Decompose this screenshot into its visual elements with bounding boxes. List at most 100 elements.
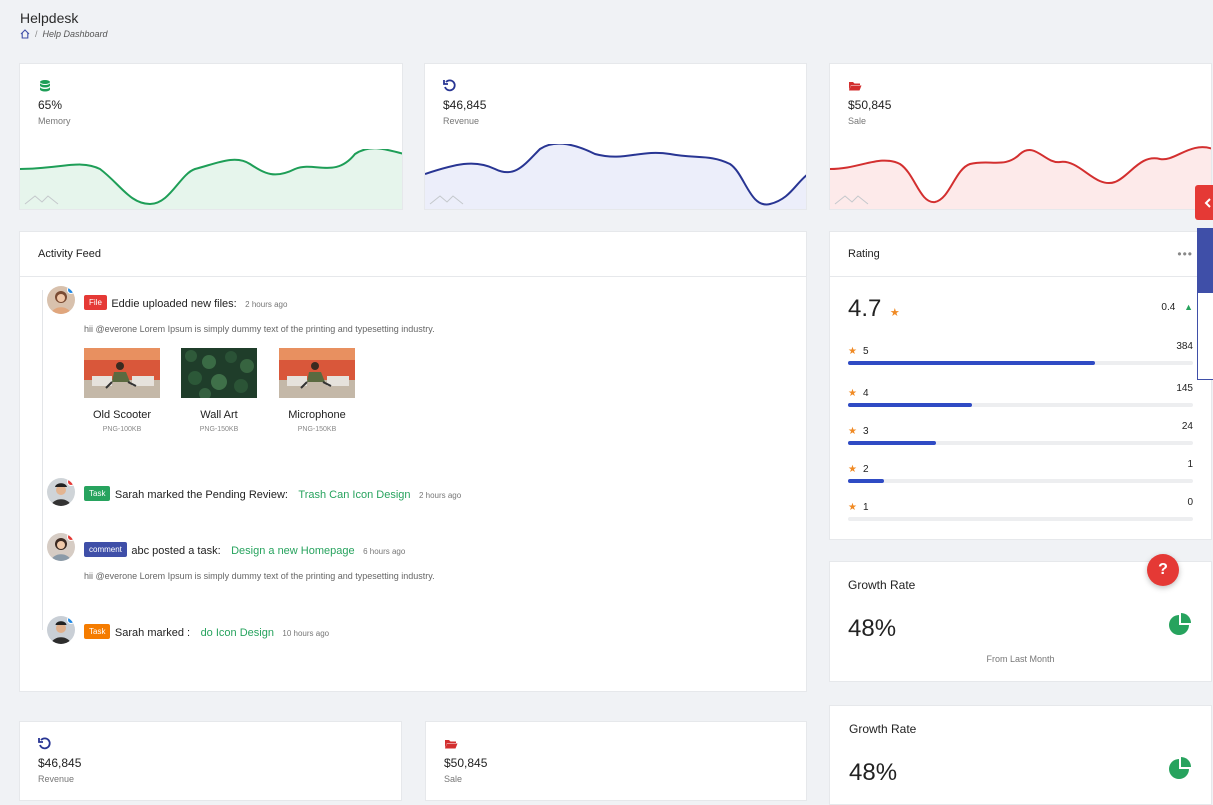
- database-icon: [40, 80, 50, 92]
- feed-link[interactable]: do Icon Design: [201, 627, 274, 639]
- rating-count: 145: [1176, 383, 1193, 394]
- growth-rate-card-2: Growth Rate 48%: [829, 705, 1212, 805]
- rating-bar-track: [848, 361, 1193, 365]
- scooter-image: [84, 348, 160, 398]
- revenue-stat-card-bottom: $46,845 Revenue: [19, 721, 402, 801]
- microphone-image: [279, 348, 355, 398]
- feed-text: Sarah marked the Pending Review:: [114, 489, 288, 501]
- rating-count: 24: [1181, 421, 1193, 432]
- sale-stat-card: $50,845 Sale: [829, 63, 1212, 210]
- refresh-icon: [38, 737, 51, 750]
- avatar[interactable]: [47, 286, 75, 314]
- feed-text: abc posted a task:: [131, 545, 221, 557]
- side-panel-tab-dark[interactable]: [1197, 228, 1213, 292]
- memory-label: Memory: [38, 116, 71, 126]
- rating-score: 4.7: [848, 295, 882, 322]
- feed-description: hii @everone Lorem Ipsum is simply dummy…: [84, 571, 435, 581]
- star-icon: ★: [848, 388, 857, 399]
- feed-text: Eddie uploaded new files:: [111, 298, 237, 310]
- folder-open-icon: [849, 82, 862, 91]
- feed-text: Sarah marked :: [114, 627, 191, 639]
- rating-count: 1: [1187, 459, 1193, 470]
- rating-bar-track: [848, 403, 1193, 407]
- rating-bar: [848, 441, 936, 445]
- rating-title: Rating: [848, 248, 880, 260]
- rating-row-5: ★ 5 384: [848, 341, 1193, 365]
- pie-chart-icon: [1169, 613, 1191, 635]
- rating-bar-track: [848, 479, 1193, 483]
- growth-rate-value: 48%: [848, 615, 897, 642]
- breadcrumb: / Help Dashboard: [20, 29, 108, 39]
- revenue-label: Revenue: [443, 116, 480, 126]
- star-icon: ★: [848, 346, 857, 357]
- rating-header: Rating •••: [830, 232, 1211, 277]
- activity-feed-title: Activity Feed: [38, 248, 101, 260]
- refresh-icon: [443, 79, 456, 92]
- star-icon: ★: [848, 502, 857, 513]
- question-icon: ?: [1158, 561, 1168, 578]
- growth-rate-title: Growth Rate: [849, 722, 917, 736]
- feed-time: 10 hours ago: [282, 629, 330, 638]
- rating-card: Rating ••• 4.7 ★ 0.4 ▲ ★ 5 384 ★ 4 145 ★ 3 …: [829, 231, 1212, 540]
- feed-description: hii @everone Lorem Ipsum is simply dummy…: [84, 324, 435, 334]
- star-icon: ★: [848, 426, 857, 437]
- feed-time: 6 hours ago: [363, 547, 406, 556]
- revenue-label: Revenue: [38, 774, 75, 784]
- revenue-stat-card: $46,845 Revenue: [424, 63, 807, 210]
- revenue-sparkline: [425, 144, 806, 209]
- file-badge: File: [84, 295, 107, 311]
- sale-label: Sale: [444, 774, 463, 784]
- rating-bar: [848, 479, 885, 483]
- rating-row-4: ★ 4 145: [848, 383, 1193, 407]
- avatar[interactable]: [47, 533, 75, 561]
- file-name: Microphone: [288, 409, 346, 421]
- feed-item-file-upload: File Eddie uploaded new files: 2 hours a…: [84, 294, 784, 312]
- help-button[interactable]: ?: [1147, 554, 1179, 586]
- rating-bar-track: [848, 517, 1193, 521]
- growth-rate-caption: From Last Month: [986, 654, 1055, 664]
- side-panel-tab-light[interactable]: [1197, 292, 1213, 380]
- feed-link[interactable]: Design a new Homepage: [231, 545, 355, 557]
- avatar[interactable]: [47, 616, 75, 644]
- growth-rate-value: 48%: [849, 759, 898, 786]
- file-thumb-wall-art[interactable]: Wall Art PNG-150KB: [181, 348, 257, 433]
- revenue-value: $46,845: [38, 756, 82, 770]
- rating-row-2: ★ 2 1: [848, 459, 1193, 483]
- rating-row-3: ★ 3 24: [848, 421, 1193, 445]
- folder-open-icon: [445, 740, 458, 749]
- pie-chart-icon: [1169, 757, 1191, 779]
- rating-change-value: 0.4: [1161, 302, 1176, 313]
- settings-toggle-tab[interactable]: [1195, 185, 1213, 220]
- revenue-value: $46,845: [443, 98, 487, 112]
- file-size: PNG-150KB: [297, 426, 337, 433]
- page-title: Helpdesk: [20, 10, 79, 26]
- sale-value: $50,845: [444, 756, 488, 770]
- rating-bar-track: [848, 441, 1193, 445]
- more-options-icon[interactable]: •••: [1177, 247, 1193, 261]
- sale-label: Sale: [848, 116, 867, 126]
- feed-item-task-marked: Task Sarah marked : do Icon Design 10 ho…: [84, 623, 784, 641]
- rating-count: 384: [1176, 341, 1193, 352]
- file-size: PNG-100KB: [102, 426, 142, 433]
- avatar[interactable]: [47, 478, 75, 506]
- star-icon: ★: [848, 464, 857, 475]
- task-badge: Task: [84, 486, 111, 502]
- file-thumb-old-scooter[interactable]: Old Scooter PNG-100KB: [84, 348, 160, 433]
- growth-rate-title: Growth Rate: [848, 578, 916, 592]
- file-name: Old Scooter: [92, 409, 152, 421]
- wall-art-image: [181, 348, 257, 400]
- rating-count: 0: [1187, 497, 1193, 508]
- memory-sparkline: [20, 149, 402, 209]
- feed-link[interactable]: Trash Can Icon Design: [298, 489, 410, 501]
- file-thumb-microphone[interactable]: Microphone PNG-150KB: [279, 348, 355, 433]
- feed-timeline: [42, 290, 43, 630]
- chevron-left-icon: [1204, 198, 1211, 208]
- file-size: PNG-150KB: [199, 426, 239, 433]
- sale-sparkline: [830, 146, 1211, 209]
- caret-up-icon: ▲: [1184, 302, 1193, 312]
- breadcrumb-current: Help Dashboard: [42, 29, 108, 39]
- star-icon: ★: [889, 307, 900, 319]
- feed-item-task: Task Sarah marked the Pending Review: Tr…: [84, 485, 784, 503]
- memory-value: 65%: [38, 98, 63, 112]
- home-icon[interactable]: [20, 29, 30, 39]
